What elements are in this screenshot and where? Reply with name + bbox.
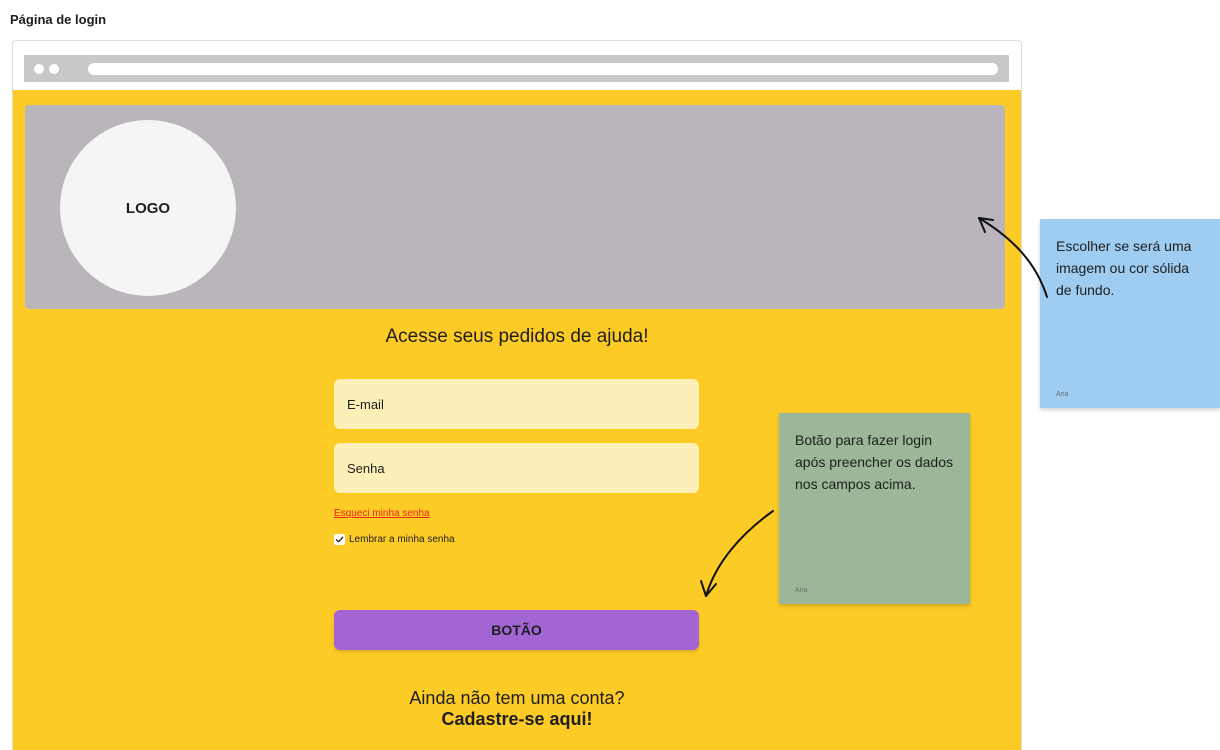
frame-title: Página de login (10, 12, 107, 27)
window-dot-icon (34, 64, 44, 74)
remember-checkbox[interactable] (334, 534, 345, 545)
sticky-note-text: Botão para fazer login após preencher os… (795, 432, 953, 492)
logo-placeholder: LOGO (60, 120, 236, 296)
email-placeholder: E-mail (347, 396, 384, 412)
password-field[interactable]: Senha (334, 443, 699, 493)
forgot-password-link[interactable]: Esqueci minha senha (334, 508, 430, 519)
sticky-note-button[interactable]: Botão para fazer login após preencher os… (779, 413, 970, 604)
login-button-label: BOTÃO (491, 622, 542, 638)
login-button[interactable]: BOTÃO (334, 610, 699, 650)
logo-text: LOGO (125, 199, 171, 217)
remember-password-option[interactable]: Lembrar a minha senha (334, 534, 455, 545)
address-bar (88, 63, 998, 75)
checkmark-icon (335, 536, 344, 543)
signup-link[interactable]: Cadastre-se aqui! (13, 709, 1021, 730)
hero-banner: LOGO (25, 105, 1005, 309)
sticky-note-author: Ana (795, 587, 808, 594)
signup-prompt: Ainda não tem uma conta? Cadastre-se aqu… (13, 688, 1021, 730)
browser-mockup: LOGO Acesse seus pedidos de ajuda! E-mai… (12, 40, 1022, 750)
password-placeholder: Senha (347, 460, 385, 476)
sticky-note-text: Escolher se será uma imagem ou cor sólid… (1056, 238, 1192, 298)
window-dot-icon (49, 64, 59, 74)
remember-label: Lembrar a minha senha (349, 534, 455, 545)
browser-toolbar (24, 55, 1009, 82)
sticky-note-author: Ana (1056, 391, 1069, 398)
email-field[interactable]: E-mail (334, 379, 699, 429)
sticky-note-hero[interactable]: Escolher se será uma imagem ou cor sólid… (1040, 219, 1220, 408)
page-headline: Acesse seus pedidos de ajuda! (385, 326, 649, 347)
signup-question: Ainda não tem uma conta? (409, 688, 625, 708)
